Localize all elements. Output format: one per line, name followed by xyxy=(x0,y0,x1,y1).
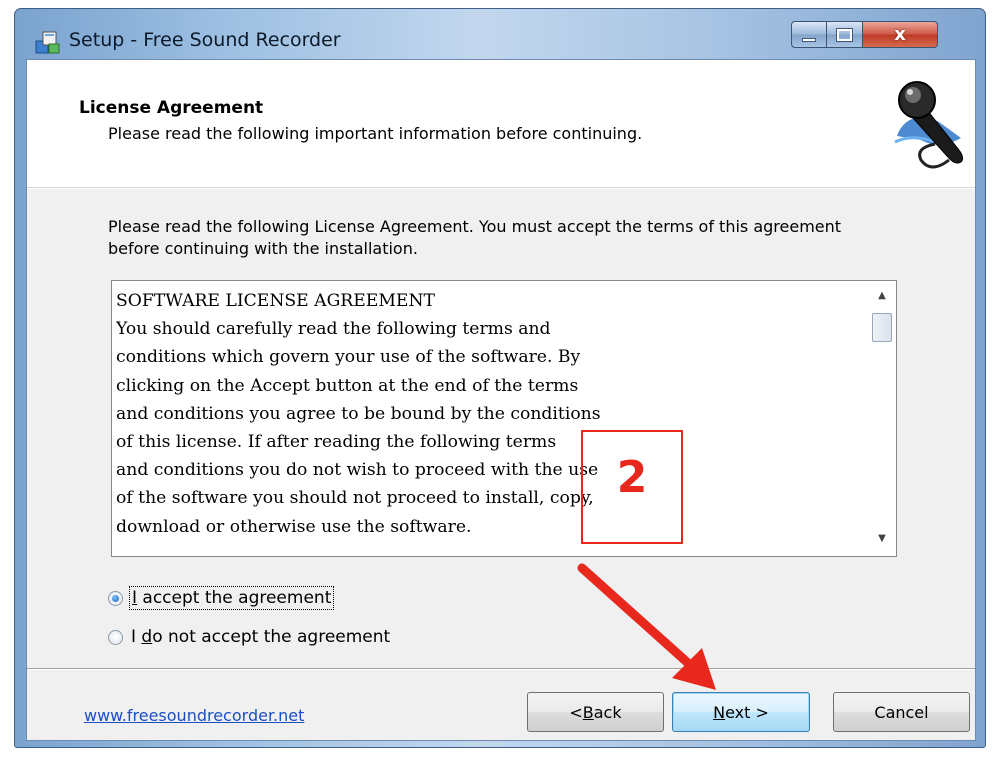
page-subtitle: Please read the following important info… xyxy=(108,124,643,143)
wizard-page: License Agreement Please read the follow… xyxy=(26,59,976,741)
minimize-button[interactable] xyxy=(791,21,827,48)
accept-label: I accept the agreement xyxy=(128,586,335,610)
decline-label: I do not accept the agreement xyxy=(131,627,390,647)
maximize-button[interactable] xyxy=(827,21,863,48)
scroll-up-icon[interactable]: ▲ xyxy=(875,291,889,301)
next-label-rest: ext > xyxy=(725,702,769,722)
accept-agreement-option[interactable]: I accept the agreement xyxy=(108,586,335,610)
license-line: of the software you should not proceed t… xyxy=(116,488,594,509)
license-line: conditions which govern your use of the … xyxy=(116,347,581,368)
annotation-step-number: 2 xyxy=(616,452,648,503)
close-button[interactable]: x xyxy=(863,21,938,48)
decline-radio-button[interactable] xyxy=(108,629,123,645)
annotation-arrow-icon xyxy=(577,563,716,690)
back-label-mnemonic: B xyxy=(582,702,594,722)
website-link[interactable]: www.freesoundrecorder.net xyxy=(84,706,304,725)
accept-label-rest: accept the agreement xyxy=(137,588,332,608)
license-line: clicking on the Accept button at the end… xyxy=(116,375,579,396)
maximize-icon xyxy=(836,27,853,42)
scroll-down-icon[interactable]: ▼ xyxy=(875,534,889,544)
license-line: You should carefully read the following … xyxy=(116,319,551,340)
page-title: License Agreement xyxy=(79,98,264,118)
license-line: SOFTWARE LICENSE AGREEMENT xyxy=(116,291,435,311)
scroll-thumb[interactable] xyxy=(872,313,892,342)
license-line: of this license. If after reading the fo… xyxy=(116,432,557,453)
setup-window: Setup - Free Sound Recorder x License Ag… xyxy=(14,8,986,748)
back-label-rest: ack xyxy=(593,702,622,722)
cancel-button[interactable]: Cancel xyxy=(833,692,970,732)
decline-label-prefix: I xyxy=(131,627,142,647)
license-line: and conditions you agree to be bound by … xyxy=(116,403,601,424)
decline-agreement-option[interactable]: I do not accept the agreement xyxy=(108,627,390,647)
license-scrollbar[interactable]: ▲ ▼ xyxy=(868,281,896,556)
minimize-icon xyxy=(802,37,816,42)
accept-radio-button[interactable] xyxy=(108,590,123,606)
decline-label-mnemonic: d xyxy=(141,627,153,647)
setup-app-icon xyxy=(35,31,60,54)
license-intro-text: Please read the following License Agreem… xyxy=(108,217,842,258)
microphone-icon xyxy=(894,81,964,169)
back-label-prefix: < xyxy=(569,702,583,722)
license-line: download or otherwise use the software. xyxy=(116,516,472,537)
next-label-mnemonic: N xyxy=(713,702,726,722)
license-line: and conditions you do not wish to procee… xyxy=(116,460,599,481)
footer-divider xyxy=(27,668,975,670)
close-icon: x xyxy=(894,24,906,45)
decline-label-rest: o not accept the agreement xyxy=(152,627,391,647)
wizard-header: License Agreement Please read the follow… xyxy=(27,60,975,189)
window-title: Setup - Free Sound Recorder xyxy=(69,29,341,51)
license-textbox[interactable]: SOFTWARE LICENSE AGREEMENT You should car… xyxy=(111,280,897,557)
license-text: SOFTWARE LICENSE AGREEMENT You should car… xyxy=(116,287,868,555)
